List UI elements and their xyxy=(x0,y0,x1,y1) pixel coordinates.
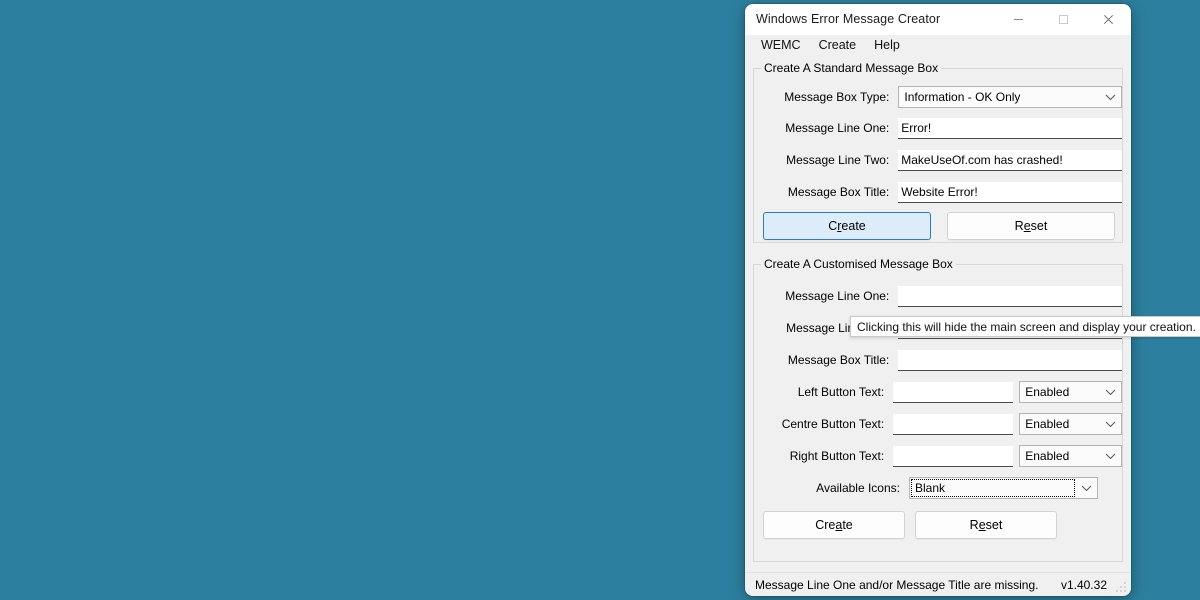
message-box-type-select[interactable]: Information - OK Only xyxy=(898,86,1122,108)
close-button[interactable] xyxy=(1086,4,1131,35)
row-message-box-type: Message Box Type: Information - OK Only xyxy=(754,86,1122,108)
chevron-down-icon xyxy=(1099,94,1121,101)
message-line-two-label: Message Line Two: xyxy=(786,153,890,167)
standard-create-button[interactable]: Create xyxy=(763,212,931,240)
custom-reset-button[interactable]: Reset xyxy=(915,511,1057,539)
customised-message-box-group: Create A Customised Message Box Message … xyxy=(753,257,1123,562)
status-bar: Message Line One and/or Message Title ar… xyxy=(745,572,1131,596)
custom-group-title: Create A Customised Message Box xyxy=(761,257,956,271)
minimize-icon xyxy=(1014,18,1023,20)
title-bar[interactable]: Windows Error Message Creator xyxy=(745,4,1131,35)
client-area: Create A Standard Message Box Message Bo… xyxy=(745,58,1200,572)
menu-item-create[interactable]: Create xyxy=(810,36,866,56)
custom-message-line-one-label: Message Line One: xyxy=(785,289,890,303)
right-button-text-label: Right Button Text: xyxy=(789,449,885,463)
create-button-tooltip: Clicking this will hide the main screen … xyxy=(850,316,1200,337)
status-message: Message Line One and/or Message Title ar… xyxy=(755,577,1039,592)
row-message-line-two: Message Line Two: xyxy=(754,149,1122,171)
row-available-icons: Available Icons: Blank xyxy=(754,477,1122,499)
menu-item-wemc[interactable]: WEMC xyxy=(752,36,810,56)
standard-group-title: Create A Standard Message Box xyxy=(761,61,942,75)
right-button-state-select[interactable]: Enabled xyxy=(1019,445,1122,467)
row-custom-message-line-one: Message Line One: xyxy=(754,285,1122,307)
application-window: Windows Error Message Creator WEMC Creat… xyxy=(745,4,1200,596)
resize-grip-icon[interactable] xyxy=(1115,581,1127,593)
left-button-state-select[interactable]: Enabled xyxy=(1019,381,1122,403)
custom-reset-label: Reset xyxy=(969,518,1003,532)
custom-message-box-title-label: Message Box Title: xyxy=(787,353,890,367)
maximize-button[interactable] xyxy=(1041,4,1086,35)
left-button-text-input[interactable] xyxy=(893,381,1014,403)
message-box-title-input[interactable] xyxy=(898,181,1122,203)
standard-message-box-group: Create A Standard Message Box Message Bo… xyxy=(753,61,1123,243)
row-message-line-one: Message Line One: xyxy=(754,117,1122,139)
menu-item-help[interactable]: Help xyxy=(865,36,909,56)
chevron-down-icon xyxy=(1099,453,1121,460)
standard-create-label: Create xyxy=(828,219,866,233)
message-box-type-value: Information - OK Only xyxy=(904,90,1021,104)
menu-bar: WEMC Create Help xyxy=(745,35,1131,58)
version-label: v1.40.32 xyxy=(1060,577,1107,592)
message-line-two-input[interactable] xyxy=(898,149,1122,171)
standard-reset-label: Reset xyxy=(1014,219,1048,233)
row-left-button: Left Button Text: Enabled xyxy=(754,381,1122,403)
chevron-down-icon xyxy=(1099,421,1121,428)
minimize-button[interactable] xyxy=(996,4,1041,35)
row-centre-button: Centre Button Text: Enabled xyxy=(754,413,1122,435)
custom-message-line-one-input[interactable] xyxy=(898,285,1122,307)
message-line-one-label: Message Line One: xyxy=(785,121,890,135)
centre-button-state-value: Enabled xyxy=(1025,417,1070,431)
centre-button-text-label: Centre Button Text: xyxy=(781,417,885,431)
maximize-icon xyxy=(1059,14,1068,24)
available-icons-value: Blank xyxy=(915,481,946,495)
custom-message-box-title-input[interactable] xyxy=(898,349,1122,371)
message-box-type-label: Message Box Type: xyxy=(784,90,890,104)
right-button-text-input[interactable] xyxy=(893,445,1014,467)
available-icons-select[interactable]: Blank xyxy=(909,477,1098,499)
row-custom-message-box-title: Message Box Title: xyxy=(754,349,1122,371)
message-line-one-input[interactable] xyxy=(898,117,1122,139)
window-title: Windows Error Message Creator xyxy=(756,12,941,26)
right-button-state-value: Enabled xyxy=(1025,449,1070,463)
custom-create-label: Create xyxy=(815,518,853,532)
chevron-down-icon xyxy=(1099,389,1121,396)
centre-button-text-input[interactable] xyxy=(893,413,1014,435)
custom-create-button[interactable]: Create xyxy=(763,511,905,539)
standard-reset-button[interactable]: Reset xyxy=(947,212,1115,240)
window-controls xyxy=(996,4,1131,35)
left-button-text-label: Left Button Text: xyxy=(797,385,885,399)
left-button-state-value: Enabled xyxy=(1025,385,1070,399)
available-icons-label: Available Icons: xyxy=(816,481,900,495)
row-right-button: Right Button Text: Enabled xyxy=(754,445,1122,467)
centre-button-state-select[interactable]: Enabled xyxy=(1019,413,1122,435)
row-message-box-title: Message Box Title: xyxy=(754,181,1122,203)
chevron-down-icon xyxy=(1075,485,1097,492)
message-box-title-label: Message Box Title: xyxy=(787,185,890,199)
close-icon xyxy=(1103,14,1114,24)
